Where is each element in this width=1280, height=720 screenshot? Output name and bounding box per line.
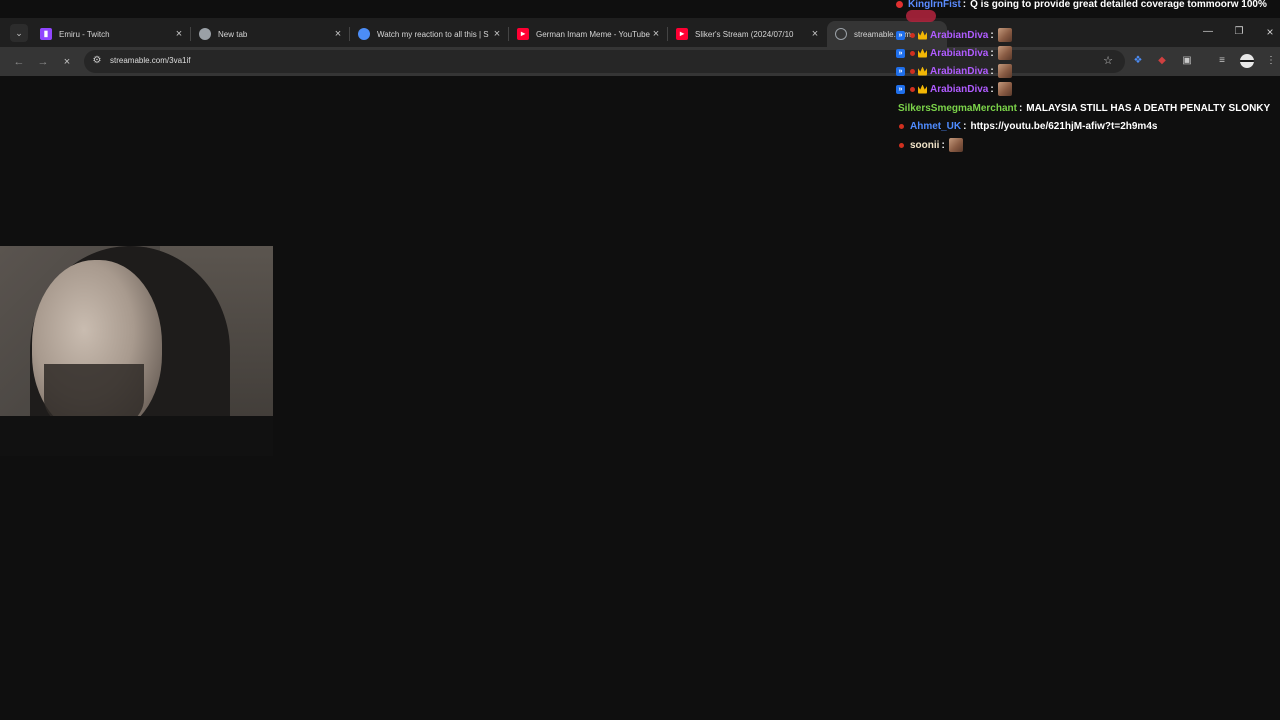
close-icon[interactable]: × bbox=[173, 28, 185, 40]
emote-image bbox=[997, 28, 1012, 42]
chat-separator: : bbox=[941, 139, 945, 151]
crown-badge-icon bbox=[918, 84, 927, 94]
emote-image bbox=[997, 46, 1012, 60]
chat-username: soonii bbox=[910, 139, 940, 151]
chat-separator: : bbox=[963, 120, 967, 132]
tab-title: Emiru - Twitch bbox=[59, 29, 110, 39]
close-icon[interactable]: × bbox=[332, 28, 344, 40]
chat-username: ArabianDiva bbox=[930, 65, 989, 77]
chat-username: KingIrnFist bbox=[908, 0, 961, 10]
sub-badge-icon bbox=[910, 68, 915, 74]
tab-emiru-twitch[interactable]: ▮ Emiru - Twitch × bbox=[32, 21, 191, 47]
globe-icon bbox=[358, 28, 370, 40]
sub-badge-icon bbox=[910, 32, 915, 38]
crown-badge-icon bbox=[918, 30, 927, 40]
chat-message: » ArabianDiva : bbox=[896, 27, 1012, 43]
prime-badge-icon: » bbox=[896, 66, 905, 76]
chat-text: MALAYSIA STILL HAS A DEATH PENALTY SLONK… bbox=[1026, 102, 1271, 114]
back-arrow-icon[interactable]: ← bbox=[10, 53, 28, 71]
address-url: streamable.com/3va1if bbox=[110, 56, 191, 65]
chat-username: Ahmet_UK bbox=[910, 120, 962, 132]
twitch-icon: ▮ bbox=[40, 28, 52, 40]
tab-search-chevron-icon[interactable]: ⌄ bbox=[10, 24, 28, 42]
chat-text: Q is going to provide great detailed cov… bbox=[970, 0, 1267, 10]
site-info-icon[interactable]: ⚙ bbox=[90, 54, 104, 68]
chat-message: Ahmet_UK : https://youtu.be/621hjM-afiw?… bbox=[896, 118, 1157, 134]
crown-badge-icon bbox=[918, 48, 927, 58]
close-icon[interactable]: × bbox=[650, 28, 662, 40]
chat-username: ArabianDiva bbox=[930, 29, 989, 41]
chat-username: SilkersSmegmaMerchant bbox=[898, 102, 1017, 114]
sub-badge-icon bbox=[899, 123, 904, 129]
prime-badge-icon: » bbox=[896, 30, 905, 40]
youtube-icon: ▸ bbox=[517, 28, 529, 40]
stop-loading-icon[interactable]: × bbox=[58, 53, 76, 71]
forward-arrow-icon[interactable]: → bbox=[34, 53, 52, 71]
chat-message: » ArabianDiva : bbox=[896, 81, 1012, 97]
chat-separator: : bbox=[990, 29, 994, 41]
sub-badge-icon bbox=[899, 142, 904, 148]
chat-message: KingIrnFist : Q is going to provide grea… bbox=[896, 0, 1267, 12]
sub-badge-icon bbox=[896, 0, 903, 8]
tab-new-tab[interactable]: New tab × bbox=[191, 21, 350, 47]
chat-message: SilkersSmegmaMerchant : MALAYSIA STILL H… bbox=[898, 100, 1270, 116]
emote-image bbox=[906, 10, 936, 22]
tab-title: German Imam Meme - YouTube bbox=[536, 29, 650, 39]
tab-german-imam-meme[interactable]: ▸ German Imam Meme - YouTube × bbox=[509, 21, 668, 47]
prime-badge-icon: » bbox=[896, 48, 905, 58]
stream-chat-overlay: KingIrnFist : Q is going to provide grea… bbox=[896, 0, 1276, 160]
chat-separator: : bbox=[1018, 102, 1023, 114]
youtube-icon: ▸ bbox=[676, 28, 688, 40]
close-icon[interactable]: × bbox=[491, 28, 503, 40]
tab-title: Sliker's Stream (2024/07/10 bbox=[695, 29, 794, 39]
chrome-icon bbox=[199, 28, 211, 40]
sub-badge-icon bbox=[910, 50, 915, 56]
close-icon[interactable]: × bbox=[809, 28, 821, 40]
chat-separator: : bbox=[990, 83, 994, 95]
emote-image bbox=[997, 82, 1012, 96]
webcam-overlay bbox=[0, 246, 273, 456]
chat-username: ArabianDiva bbox=[930, 83, 989, 95]
tab-title: New tab bbox=[218, 29, 248, 39]
sub-badge-icon bbox=[910, 86, 915, 92]
tab-slikers-stream[interactable]: ▸ Sliker's Stream (2024/07/10 × bbox=[668, 21, 827, 47]
chat-message: » ArabianDiva : bbox=[896, 63, 1012, 79]
crown-badge-icon bbox=[918, 66, 927, 76]
emote-image bbox=[997, 64, 1012, 78]
chat-separator: : bbox=[990, 47, 994, 59]
tab-watch-my-reaction[interactable]: Watch my reaction to all this | S × bbox=[350, 21, 509, 47]
emote-image bbox=[948, 138, 963, 152]
chat-message: » ArabianDiva : bbox=[896, 45, 1012, 61]
loading-icon bbox=[835, 28, 847, 40]
chat-username: ArabianDiva bbox=[930, 47, 989, 59]
chat-message: soonii : bbox=[896, 137, 963, 153]
prime-badge-icon: » bbox=[896, 84, 905, 94]
tab-title: Watch my reaction to all this | S bbox=[377, 29, 489, 39]
chat-link[interactable]: https://youtu.be/621hjM-afiw?t=2h9m4s bbox=[970, 121, 1157, 132]
chat-separator: : bbox=[962, 0, 967, 10]
chat-separator: : bbox=[990, 65, 994, 77]
